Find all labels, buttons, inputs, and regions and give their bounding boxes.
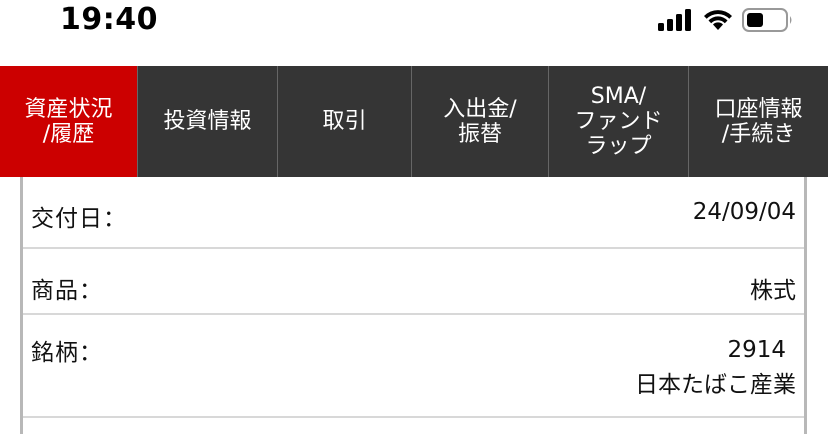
main-nav: 資産状況 /履歴 投資情報 取引 入出金/ 振替 SMA/ ファンド ラップ 口… bbox=[0, 66, 828, 177]
stock-value: 2914 日本たばこ産業 bbox=[635, 333, 796, 403]
stock-name: 日本たばこ産業 bbox=[635, 372, 796, 398]
tab-deposit-transfer[interactable]: 入出金/ 振替 bbox=[412, 66, 549, 177]
wifi-icon bbox=[704, 10, 732, 30]
delivery-date-row: 交付日： 24/09/04 bbox=[23, 177, 804, 249]
tab-account-procedures[interactable]: 口座情報 /手続き bbox=[689, 66, 828, 177]
detail-panel: 交付日： 24/09/04 商品： 株式 銘柄： 2914 日本たばこ産業 bbox=[20, 177, 807, 434]
cellular-signal-icon bbox=[658, 9, 691, 31]
product-value: 株式 bbox=[750, 278, 796, 304]
delivery-date-label: 交付日： bbox=[31, 206, 127, 232]
stock-row: 銘柄： 2914 日本たばこ産業 bbox=[23, 315, 804, 418]
tab-sma-fund-wrap[interactable]: SMA/ ファンド ラップ bbox=[549, 66, 689, 177]
status-bar: 19:40 bbox=[0, 0, 828, 66]
stock-code: 2914 bbox=[727, 337, 786, 363]
battery-icon bbox=[742, 8, 792, 32]
product-row: 商品： 株式 bbox=[23, 249, 804, 315]
tab-investment-info[interactable]: 投資情報 bbox=[138, 66, 278, 177]
status-time: 19:40 bbox=[60, 2, 158, 37]
tab-trade[interactable]: 取引 bbox=[278, 66, 412, 177]
delivery-date-value: 24/09/04 bbox=[692, 199, 796, 225]
tab-assets-history[interactable]: 資産状況 /履歴 bbox=[0, 66, 138, 177]
stock-label: 銘柄： bbox=[31, 340, 103, 366]
product-label: 商品： bbox=[31, 278, 103, 304]
status-icons bbox=[658, 8, 794, 32]
